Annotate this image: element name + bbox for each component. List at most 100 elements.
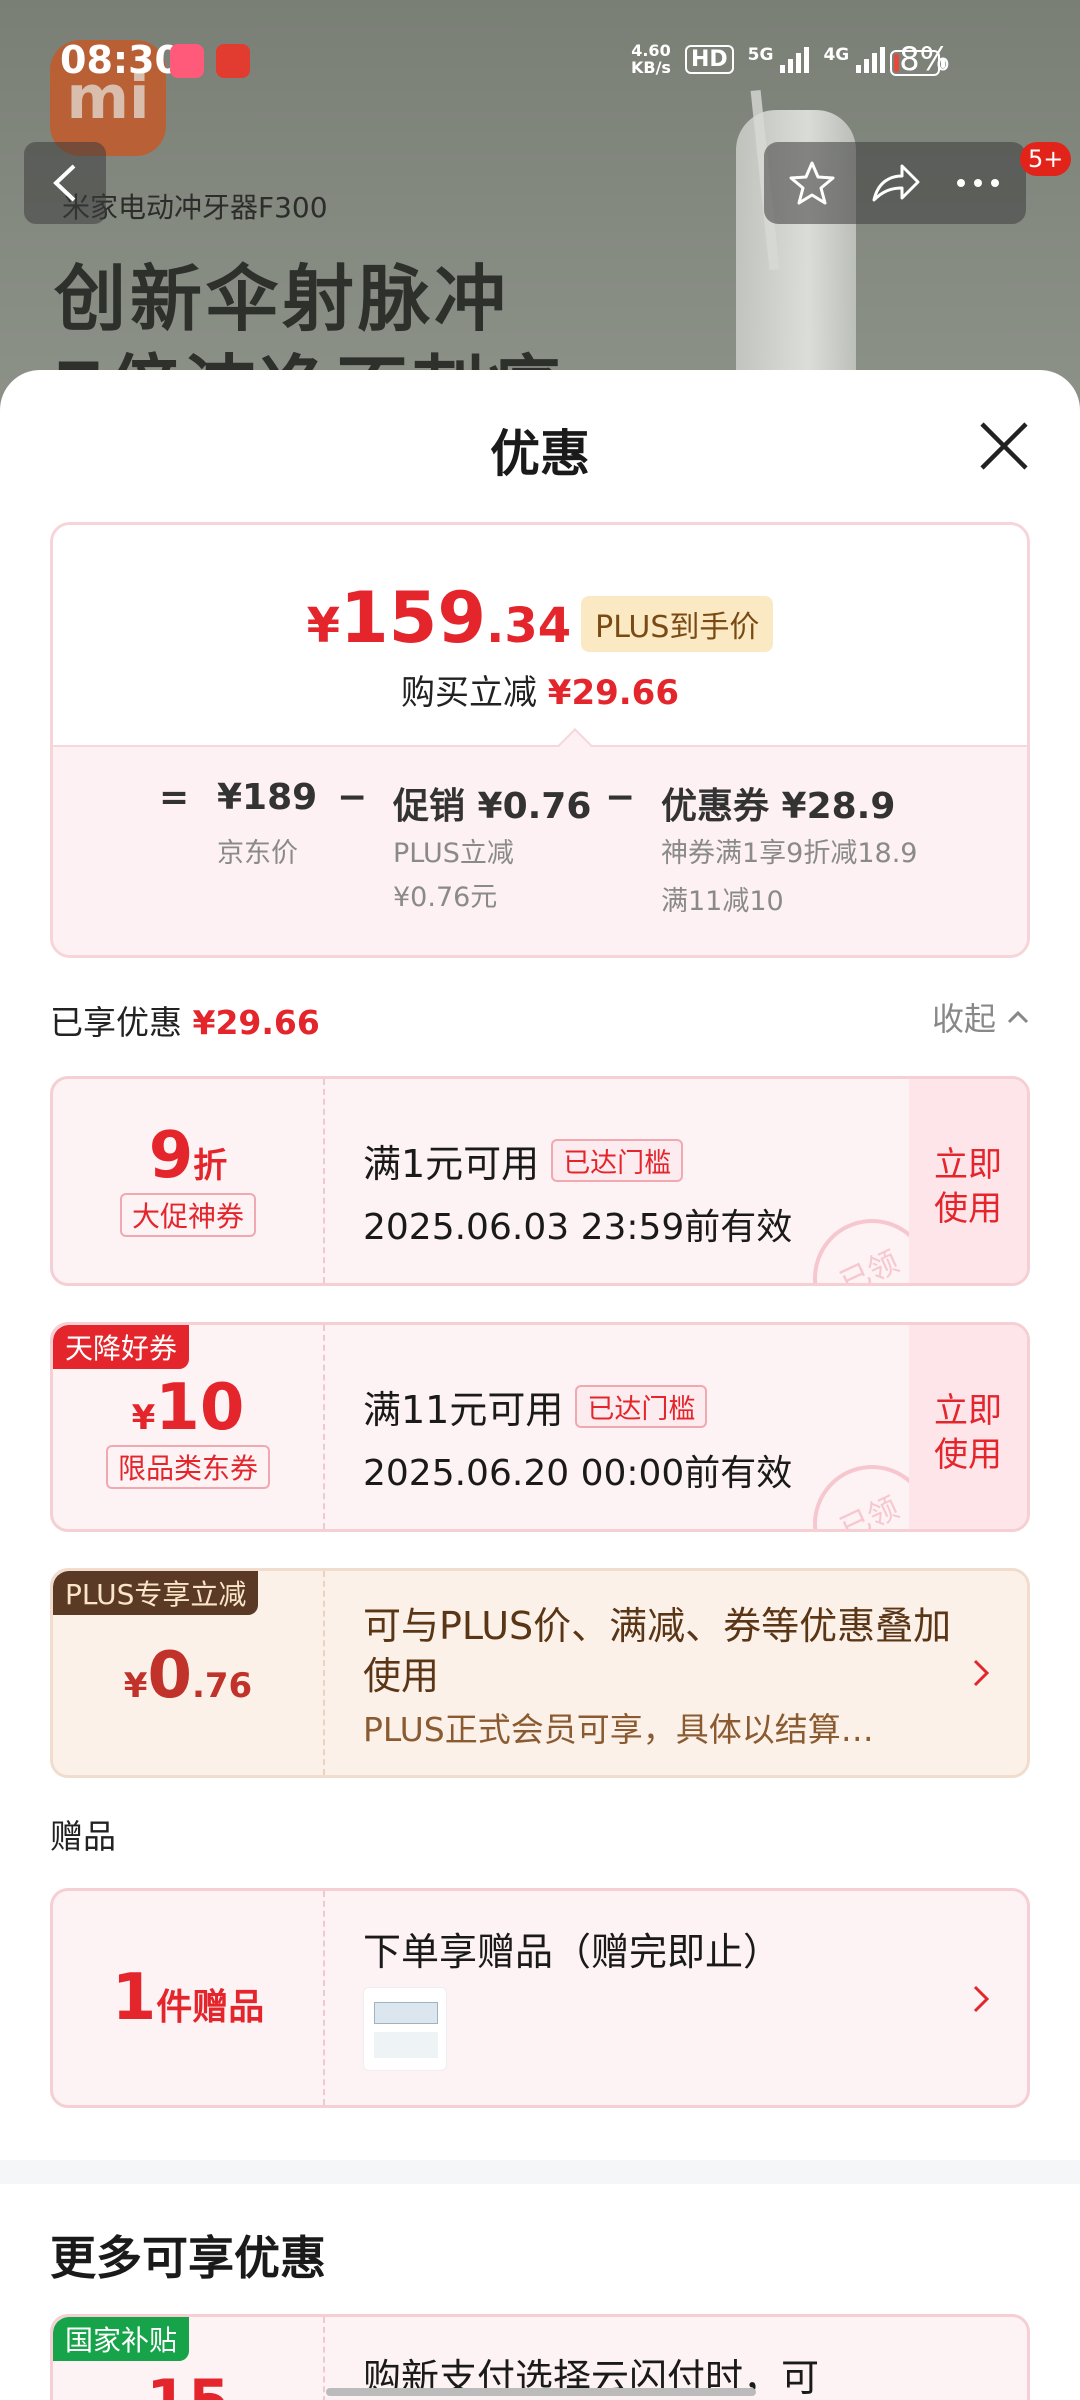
- promo-amount: 促销 ¥0.76: [393, 786, 592, 827]
- equals-sign: =: [159, 777, 190, 818]
- threshold-reached-badge: 已达门槛: [551, 1139, 684, 1182]
- more-options-icon[interactable]: [953, 173, 1003, 193]
- hd-icon: HD: [684, 44, 734, 74]
- use-now-button[interactable]: 立即 使用: [909, 1325, 1027, 1529]
- final-price-section: ¥159.34 PLUS到手价 购买立减 ¥29.66: [53, 525, 1027, 745]
- net-speed-unit: KB/s: [630, 58, 671, 77]
- coupon-sub-1: 神券满1享9折减18.9: [661, 838, 918, 869]
- back-button[interactable]: [24, 142, 106, 224]
- instant-save-row: 购买立减 ¥29.66: [53, 665, 1027, 714]
- minus-sign: −: [605, 777, 636, 818]
- top-actions: [764, 142, 1026, 224]
- price-decimal: .34: [486, 598, 572, 654]
- coupon-type-tag: 限品类东券: [105, 1445, 270, 1489]
- signal-4g-icon: 4G: [823, 45, 886, 73]
- gift-card[interactable]: 1件赠品 下单享赠品（赠完即止）: [50, 1888, 1030, 2108]
- subsidy-divider: [323, 2317, 325, 2400]
- plus-note: PLUS正式会员可享，具体以结算…: [363, 1710, 874, 1749]
- chevron-right-icon: [973, 1985, 990, 2013]
- coupon-amount: ¥10: [53, 1371, 323, 1445]
- coupon-title-row: 满11元可用 已达门槛: [363, 1379, 792, 1434]
- save-amount: ¥29.66: [547, 673, 679, 713]
- discount-sheet: 优惠 ¥159.34 PLUS到手价 购买立减 ¥29.66 = ¥189 京东…: [0, 370, 1080, 2400]
- gift-section-label: 赠品: [50, 1817, 116, 1856]
- coupon-condition: 满1元可用: [363, 1142, 540, 1186]
- coupon-sub-2: 满11减10: [661, 886, 784, 917]
- plus-price-tag: PLUS到手价: [581, 596, 774, 652]
- gift-count-unit: 件赠品: [156, 1987, 265, 2028]
- gift-count-number: 1: [111, 1961, 157, 2035]
- final-price: ¥159.34: [307, 577, 572, 659]
- plus-corner-tag: PLUS专享立减: [53, 1571, 259, 1615]
- chevron-up-icon: [1007, 1010, 1029, 1024]
- status-time: 08:30: [60, 38, 181, 82]
- coupon-discount: 9折: [53, 1119, 323, 1193]
- promo-sub-2: ¥0.76元: [393, 882, 498, 913]
- save-label: 购买立减: [400, 673, 537, 713]
- share-icon[interactable]: [868, 160, 922, 206]
- chevron-left-icon: [53, 164, 76, 202]
- sim2-label: 4G: [823, 45, 850, 65]
- threshold-reached-badge: 已达门槛: [575, 1385, 708, 1428]
- coupon-title-row: 满1元可用 已达门槛: [363, 1133, 792, 1188]
- gift-count: 1件赠品: [53, 1961, 323, 2035]
- gift-thumbnail[interactable]: [363, 1987, 447, 2071]
- chevron-right-icon: [973, 1659, 990, 1687]
- message-count-badge: 5+: [1020, 142, 1072, 176]
- use-label-2: 使用: [934, 1435, 1002, 1475]
- more-discounts-title: 更多可享优惠: [50, 2231, 326, 2285]
- plus-amount-dec: .76: [191, 1666, 253, 1706]
- collapse-toggle[interactable]: 收起: [932, 994, 1030, 1040]
- coupon-amount: 优惠券 ¥28.9: [661, 786, 896, 827]
- price-summary-card: ¥159.34 PLUS到手价 购买立减 ¥29.66 = ¥189 京东价 −…: [50, 522, 1030, 958]
- coupon-type-tag: 大促神券: [119, 1193, 256, 1237]
- price-breakdown: = ¥189 京东价 − 促销 ¥0.76 PLUS立减 ¥0.76元 − 优惠…: [53, 745, 1027, 955]
- coupon-expiry: 2025.06.20 00:00前有效: [363, 1453, 793, 1494]
- plus-amount-int: 0: [147, 1639, 192, 1713]
- collapse-label: 收起: [931, 1000, 996, 1038]
- favorite-star-icon[interactable]: [787, 158, 837, 208]
- subsidy-amount: 15: [53, 2367, 323, 2400]
- section-separator: [0, 2160, 1080, 2184]
- use-now-button[interactable]: 立即 使用: [909, 1079, 1027, 1283]
- enjoyed-amount: ¥29.66: [192, 1003, 320, 1042]
- close-icon[interactable]: [976, 418, 1032, 474]
- sheet-title: 优惠: [490, 425, 590, 483]
- currency-symbol: ¥: [123, 1666, 148, 1706]
- app-notification-icon: [170, 44, 204, 78]
- subsidy-corner-tag: 国家补贴: [53, 2317, 190, 2361]
- use-label-1: 立即: [934, 1391, 1002, 1431]
- discount-number: 9: [148, 1119, 194, 1193]
- app-notification-icon: [216, 44, 250, 78]
- currency-symbol: ¥: [131, 1398, 156, 1438]
- sim1-label: 5G: [747, 45, 774, 65]
- coupon-body: 满11元可用 已达门槛 2025.06.20 00:00前有效: [363, 1379, 792, 1496]
- battery-icon: [890, 50, 945, 76]
- promo-sub-1: PLUS立减: [393, 838, 514, 869]
- use-label-1: 立即: [934, 1145, 1002, 1185]
- coupon-value: 9折 大促神券: [53, 1079, 323, 1283]
- coupon-divider: [323, 1079, 325, 1283]
- jd-price: ¥189: [217, 777, 318, 818]
- gift-divider: [323, 1891, 325, 2105]
- currency-symbol: ¥: [306, 598, 340, 654]
- enjoyed-discount-label: 已享优惠 ¥29.66: [50, 996, 320, 1044]
- signal-5g-icon: 5G: [748, 45, 810, 73]
- jd-price-label: 京东价: [217, 838, 298, 869]
- coupon-expiry: 2025.06.03 23:59前有效: [363, 1207, 793, 1248]
- use-label-2: 使用: [934, 1189, 1002, 1229]
- plus-discount-card[interactable]: PLUS专享立减 ¥0.76 可与PLUS价、满减、券等优惠叠加使用 PLUS正…: [50, 1568, 1030, 1778]
- coupon-card[interactable]: 天降好券 ¥10 限品类东券 满11元可用 已达门槛 2025.06.20 00…: [50, 1322, 1030, 1532]
- coupon-value: ¥10 限品类东券: [53, 1325, 323, 1529]
- coupon-card[interactable]: 9折 大促神券 满1元可用 已达门槛 2025.06.03 23:59前有效 已…: [50, 1076, 1030, 1286]
- net-speed: 4.60 KB/s: [631, 42, 671, 76]
- plus-divider: [323, 1571, 325, 1775]
- coupon-body: 满1元可用 已达门槛 2025.06.03 23:59前有效: [363, 1133, 792, 1250]
- final-price-row: ¥159.34 PLUS到手价: [53, 577, 1027, 659]
- coupon-condition: 满11元可用: [363, 1388, 564, 1432]
- coupon-amount-number: 10: [155, 1371, 245, 1445]
- plus-amount: ¥0.76: [53, 1639, 323, 1713]
- home-indicator[interactable]: [326, 2388, 756, 2396]
- discount-unit: 折: [193, 1146, 228, 1186]
- minus-sign: −: [337, 777, 368, 818]
